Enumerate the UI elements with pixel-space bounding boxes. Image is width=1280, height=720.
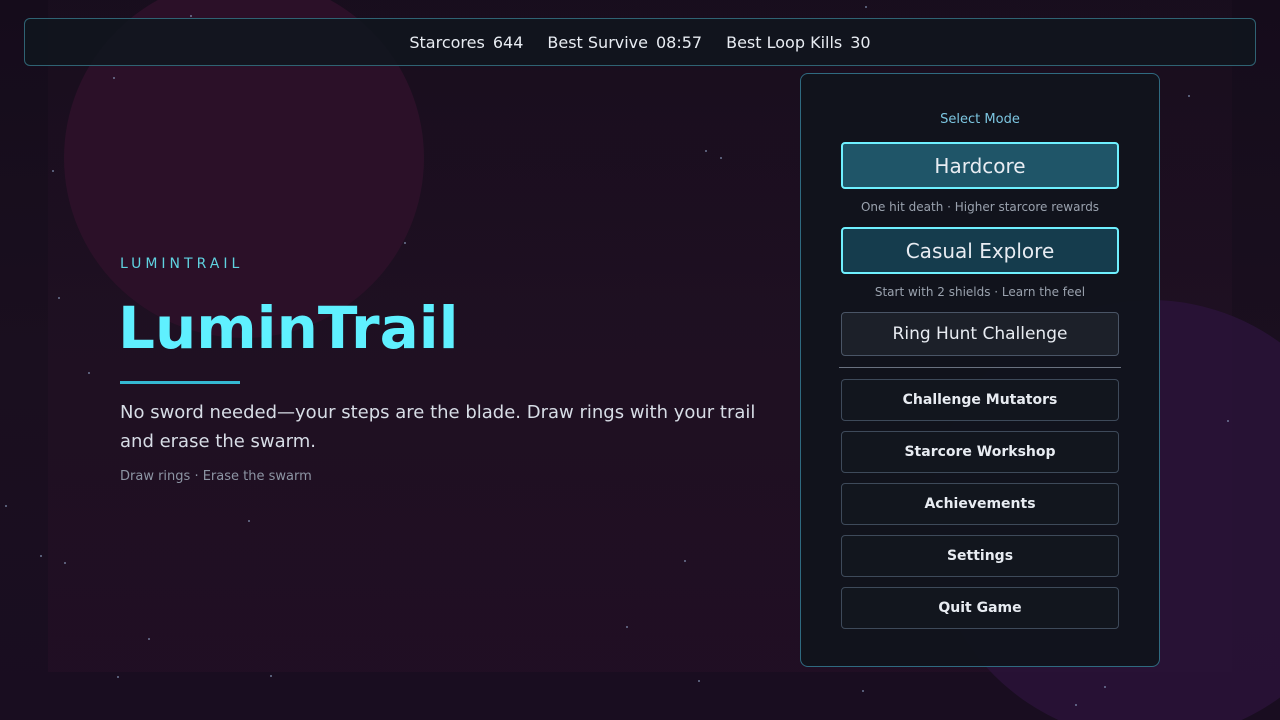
select-mode-heading: Select Mode — [940, 112, 1020, 127]
star — [1188, 95, 1190, 97]
star — [1104, 686, 1106, 688]
casual-explore-mode-button[interactable]: Casual Explore — [841, 227, 1119, 274]
ring-hunt-challenge-button[interactable]: Ring Hunt Challenge — [841, 312, 1119, 356]
star — [113, 77, 115, 79]
starcore-workshop-button[interactable]: Starcore Workshop — [841, 431, 1119, 473]
star — [64, 562, 66, 564]
achievements-button[interactable]: Achievements — [841, 483, 1119, 525]
star — [52, 170, 54, 172]
star — [88, 372, 90, 374]
star — [40, 555, 42, 557]
main-menu-panel: Select Mode Hardcore One hit death · Hig… — [800, 73, 1160, 667]
hardcore-mode-button[interactable]: Hardcore — [841, 142, 1119, 189]
star — [248, 520, 250, 522]
stats-bar: Starcores 644 Best Survive 08:57 Best Lo… — [24, 18, 1256, 66]
stat-label: Best Survive — [547, 32, 648, 52]
star — [5, 505, 7, 507]
quit-game-button[interactable]: Quit Game — [841, 587, 1119, 629]
star — [698, 680, 700, 682]
star — [148, 638, 150, 640]
star — [684, 560, 686, 562]
menu-divider — [839, 367, 1121, 368]
star — [865, 6, 867, 8]
game-eyebrow: LUMINTRAIL — [120, 256, 244, 272]
star — [1075, 704, 1077, 706]
star — [626, 626, 628, 628]
stat-label: Starcores — [409, 32, 485, 52]
stat-label: Best Loop Kills — [726, 32, 843, 52]
stat-best-loop-kills: Best Loop Kills 30 — [726, 33, 871, 52]
game-scene: Starcores 644 Best Survive 08:57 Best Lo… — [0, 0, 1280, 720]
star — [117, 676, 119, 678]
stat-value: 30 — [850, 32, 871, 52]
star — [190, 15, 192, 17]
game-tagline: No sword needed—your steps are the blade… — [120, 402, 756, 452]
star — [705, 150, 707, 152]
challenge-mutators-button[interactable]: Challenge Mutators — [841, 379, 1119, 421]
stat-value: 644 — [492, 32, 524, 52]
stat-value: 08:57 — [656, 32, 703, 52]
settings-button[interactable]: Settings — [841, 535, 1119, 577]
star — [720, 157, 722, 159]
star — [58, 297, 60, 299]
star — [270, 675, 272, 677]
star — [404, 242, 406, 244]
hardcore-mode-description: One hit death · Higher starcore rewards — [860, 200, 1100, 214]
casual-explore-mode-description: Start with 2 shields · Learn the feel — [874, 285, 1086, 299]
stat-best-survive: Best Survive 08:57 — [547, 33, 702, 52]
game-hint: Draw rings · Erase the swarm — [120, 469, 312, 484]
title-underline — [120, 381, 240, 384]
star — [1227, 420, 1229, 422]
stat-starcores: Starcores 644 — [409, 33, 523, 52]
game-title: LuminTrail — [118, 294, 459, 362]
star — [862, 690, 864, 692]
